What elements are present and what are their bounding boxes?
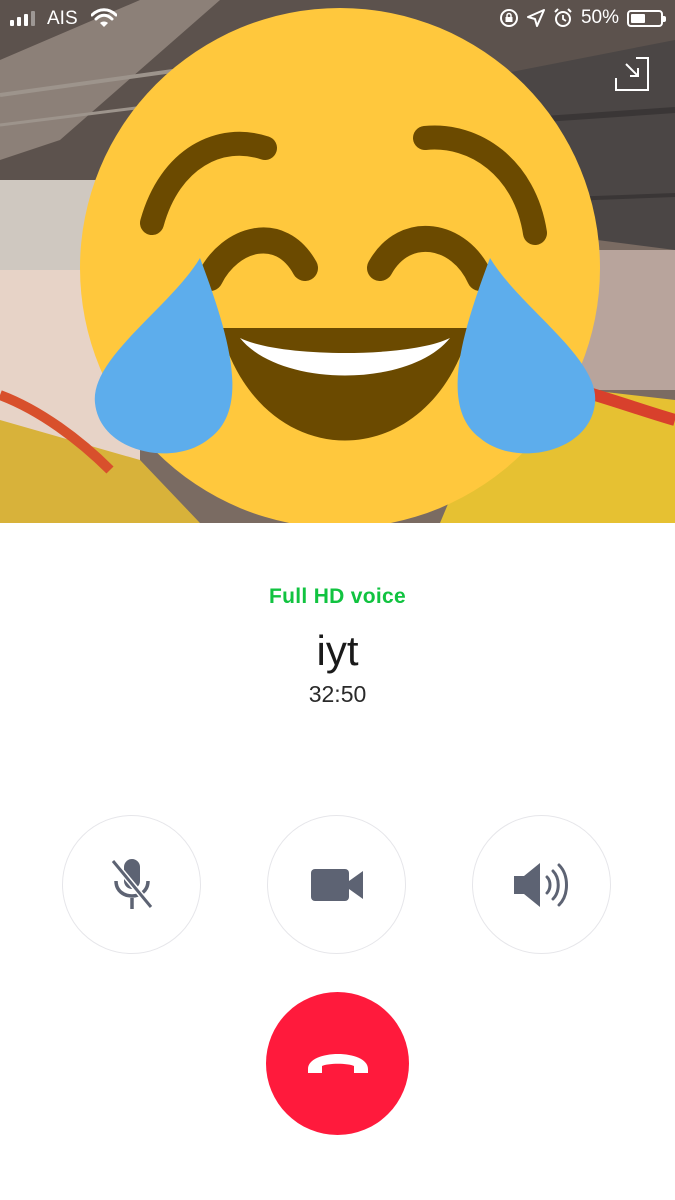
speaker-icon: [513, 862, 568, 907]
mic-off-icon: [110, 858, 153, 909]
end-call-button[interactable]: [266, 992, 409, 1135]
speaker-button[interactable]: [472, 815, 611, 954]
call-duration: 32:50: [308, 681, 367, 707]
call-quality-label: Full HD voice: [269, 585, 406, 608]
alarm-icon: [554, 8, 572, 27]
video-camera-icon: [310, 868, 363, 901]
rotation-lock-icon: [499, 9, 518, 27]
video-button[interactable]: [267, 815, 406, 954]
minimize-icon[interactable]: [614, 56, 650, 92]
location-icon: [526, 9, 545, 27]
laughing-emoji-overlay: [80, 8, 600, 523]
status-bar: AIS 50%: [0, 0, 675, 38]
battery-icon: [627, 9, 666, 27]
battery-fill: [631, 13, 645, 23]
signal-icon: [10, 11, 35, 26]
carrier-label: AIS: [47, 8, 78, 29]
end-call-icon: [307, 1053, 368, 1073]
battery-percent: 50%: [580, 7, 619, 28]
mute-button[interactable]: [62, 815, 201, 954]
remote-video-feed[interactable]: AIS 50%: [0, 0, 675, 523]
contact-name: iyt: [316, 627, 359, 674]
call-info: Full HD voice iyt 32:50: [0, 585, 675, 708]
wifi-icon: [91, 8, 117, 27]
